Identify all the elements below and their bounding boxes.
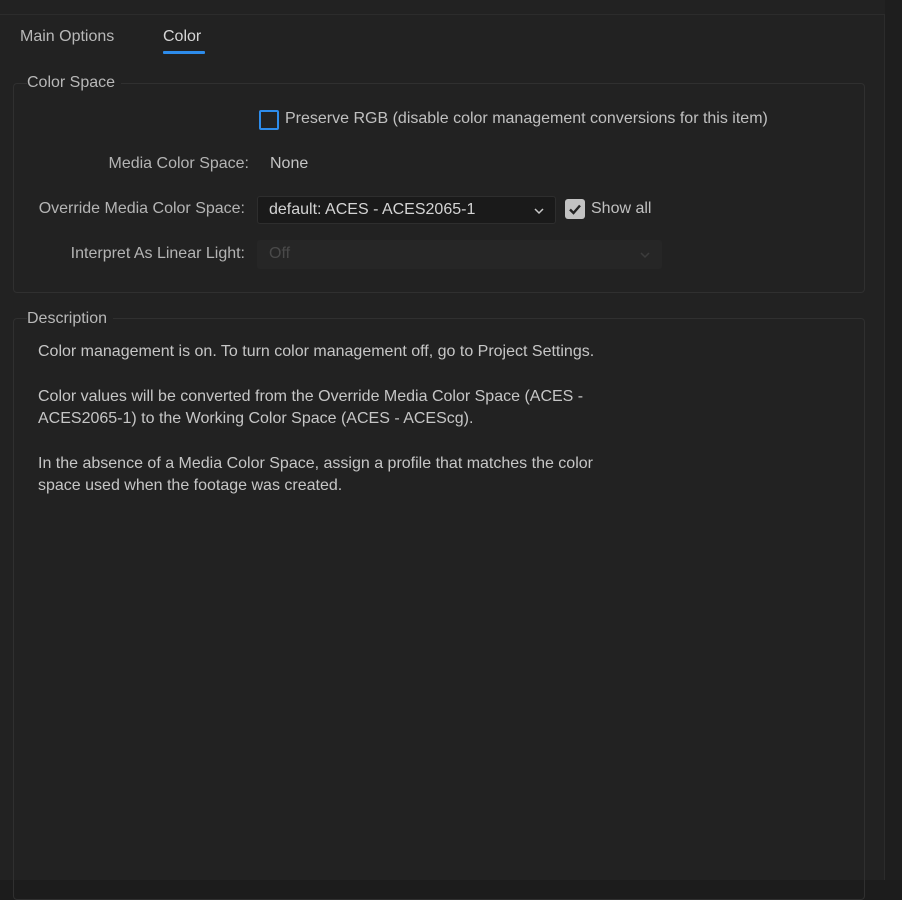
show-all-label[interactable]: Show all [591, 200, 651, 218]
preserve-rgb-label[interactable]: Preserve RGB (disable color management c… [285, 110, 768, 128]
description-paragraph: In the absence of a Media Color Space, a… [38, 455, 593, 494]
media-color-space-value: None [270, 155, 309, 172]
preserve-rgb-checkbox[interactable] [259, 110, 279, 130]
chevron-down-icon [533, 204, 545, 222]
override-media-color-space-dropdown[interactable]: default: ACES - ACES2065-1 [257, 196, 556, 224]
description-title: Description [27, 310, 114, 328]
chevron-down-icon [639, 248, 651, 266]
override-media-color-space-selected: default: ACES - ACES2065-1 [269, 201, 476, 218]
interpret-as-linear-light-selected: Off [269, 245, 291, 262]
tab-color[interactable]: Color [163, 28, 201, 46]
media-color-space-label: Media Color Space: [108, 155, 249, 172]
description-paragraph: Color management is on. To turn color ma… [38, 343, 595, 360]
checkmark-icon [569, 204, 581, 215]
description-paragraph: Color values will be converted from the … [38, 388, 584, 427]
scroll-gutter [885, 0, 902, 880]
active-tab-indicator [163, 51, 205, 54]
interpret-footage-window: Main Options Color Color Space Preserve … [0, 0, 902, 900]
override-media-color-space-label: Override Media Color Space: [38, 200, 245, 217]
show-all-checkbox[interactable] [565, 199, 585, 219]
top-divider [0, 14, 884, 15]
description-body: Color management is on. To turn color ma… [38, 341, 638, 520]
color-space-title: Color Space [27, 74, 122, 92]
tab-main-options[interactable]: Main Options [20, 28, 114, 46]
interpret-as-linear-light-label: Interpret As Linear Light: [70, 245, 245, 262]
interpret-as-linear-light-dropdown[interactable]: Off [257, 240, 662, 269]
